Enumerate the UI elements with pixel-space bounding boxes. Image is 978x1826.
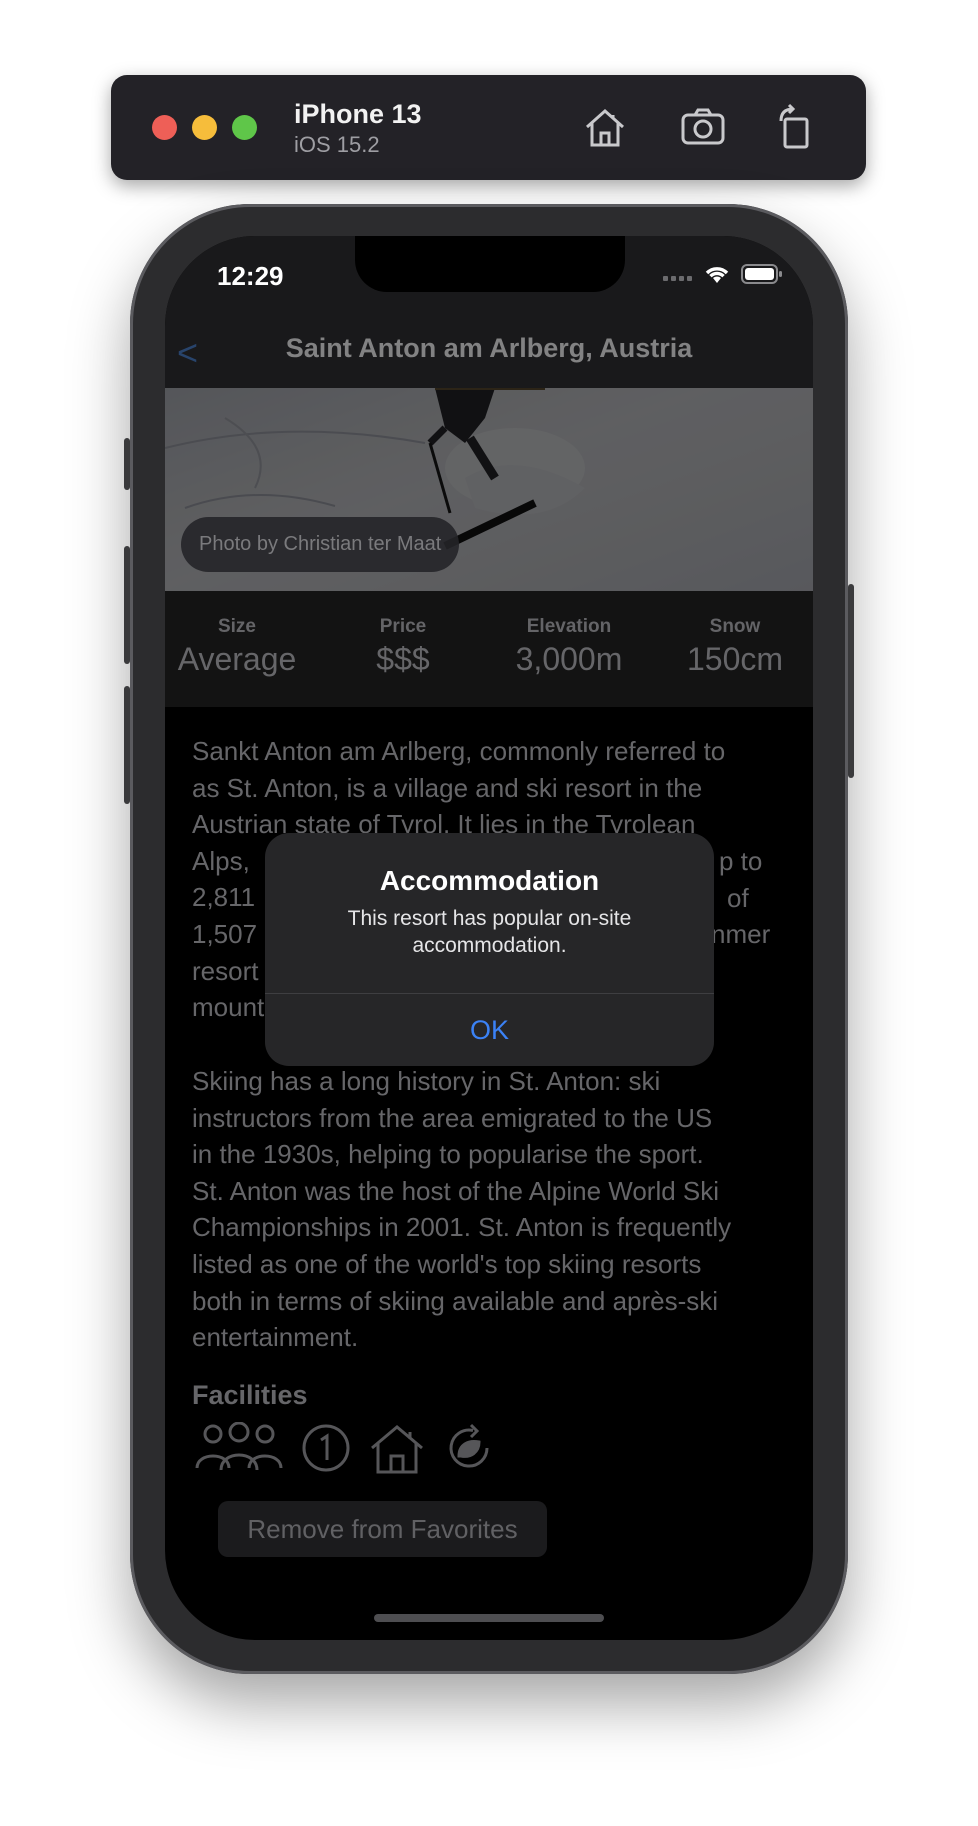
phone-screen: 12:29 < Saint Anton am Arlberg, Austria: [165, 236, 813, 1640]
minimize-window-button[interactable]: [192, 115, 217, 140]
alert-ok-button[interactable]: OK: [265, 994, 714, 1066]
close-window-button[interactable]: [152, 115, 177, 140]
cellular-icon: [663, 268, 693, 286]
os-version: iOS 15.2: [294, 132, 380, 157]
side-button: [848, 584, 854, 778]
wifi-icon: [703, 263, 731, 290]
volume-up-button: [124, 546, 130, 664]
alert-title: Accommodation: [379, 865, 600, 896]
rotate-icon[interactable]: [771, 103, 819, 151]
screenshot-icon[interactable]: [679, 103, 727, 151]
status-icons: [663, 263, 783, 290]
battery-icon: [741, 263, 783, 290]
device-name: iPhone 13: [294, 99, 422, 129]
zoom-window-button[interactable]: [232, 115, 257, 140]
notch: [355, 236, 625, 292]
status-time: 12:29: [217, 261, 284, 291]
accommodation-alert: Accommodation This resort has popular on…: [265, 833, 714, 1066]
mute-switch: [124, 438, 130, 490]
volume-down-button: [124, 686, 130, 804]
home-icon[interactable]: [581, 103, 629, 151]
alert-message: This resort has popular on-site accommod…: [347, 907, 632, 957]
simulator-toolbar: iPhone 13 iOS 15.2: [111, 75, 866, 180]
